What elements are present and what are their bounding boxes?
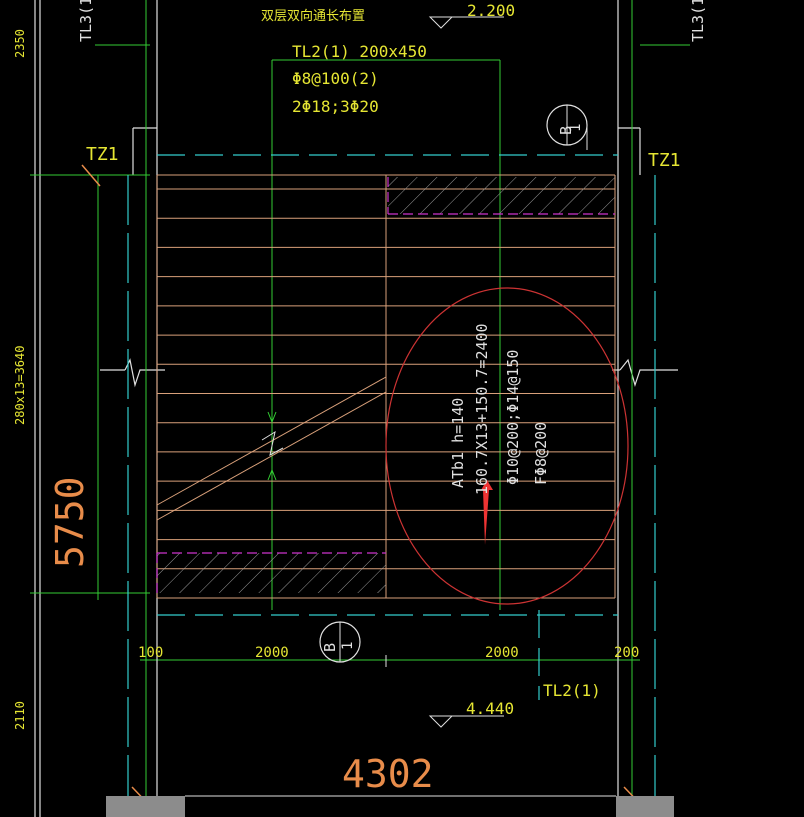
tz1-ticks [81,164,645,809]
tl3-right-label: TL3(1) [689,0,707,42]
tl2-top-label: TL2(1) 200x450 [292,42,427,61]
dim-bottom-4: 200 [614,645,639,661]
dim-left-steps: 280x13=3640 [13,346,27,425]
column-right [616,796,674,817]
dim-bottom-1: 100 [138,645,163,661]
tl2-bottom-label: TL2(1) [543,681,601,700]
stair-line-3: Φ10@200;Φ14@150 [504,350,522,485]
stair-line-1: ATb1 h=140 [449,398,467,488]
level-bottom: 4.440 [466,699,514,718]
section-num-top: 1 [568,124,584,132]
column-left [106,796,185,817]
dim-bottom-2: 2000 [255,645,289,661]
tl2-top-bars: 2Φ18;3Φ20 [292,97,379,116]
dim-bottom-total: 4302 [342,752,434,796]
section-mark-bottom-letter: B [321,643,339,652]
stair-line-2: 160.7X13+150.7=2400 [473,323,491,495]
note-top: 双层双向通长布置 [261,8,365,24]
tl2-top-stirrup: Φ8@100(2) [292,69,379,88]
stair-drawing-canvas: 双层双向通长布置 2.200 TL3(1) TL3(1) TL2(1) 200x… [13,0,707,817]
dim-ticks [156,655,619,667]
tl3-left-label: TL3(1) [77,0,95,42]
dim-left-bottom: 2110 [13,701,27,730]
level-top: 2.200 [467,1,515,20]
landing-hatch-bottom [157,553,386,593]
stair-line-4: FΦ8@200 [532,422,550,485]
section-num-bottom: 1 [340,642,356,650]
landing-hatch-top [388,177,615,214]
dim-left-top: 2350 [13,29,27,58]
tz1-right-label: TZ1 [648,150,681,171]
stair-frame [156,174,616,599]
dim-left-total: 5750 [48,476,92,568]
tz1-left-label: TZ1 [86,144,119,165]
dim-bottom-3: 2000 [485,645,519,661]
